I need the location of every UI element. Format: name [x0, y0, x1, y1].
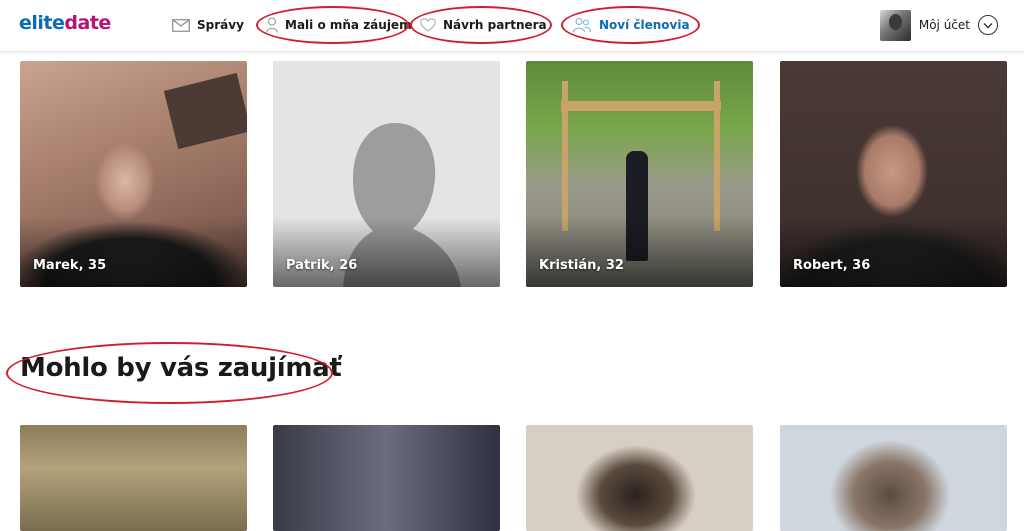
person-icon	[266, 17, 278, 33]
profile-card[interactable]	[780, 425, 1007, 531]
nav-interested-label: Mali o mňa záujem	[285, 18, 412, 32]
profile-card[interactable]: Robert, 36	[780, 61, 1007, 287]
card-shade	[20, 217, 247, 287]
nav-messages-label: Správy	[197, 18, 244, 32]
nav-messages[interactable]: Správy	[172, 15, 244, 35]
account-menu[interactable]: Môj účet	[879, 9, 998, 41]
profile-card[interactable]	[20, 425, 247, 531]
profile-name: Robert, 36	[793, 258, 871, 273]
avatar	[879, 9, 911, 41]
logo-part-elite: elite	[19, 12, 65, 34]
profile-name: Marek, 35	[33, 258, 107, 273]
heart-icon	[420, 18, 436, 32]
photo-beam	[561, 101, 721, 111]
envelope-icon	[172, 18, 190, 32]
profile-card[interactable]: Patrik, 26	[273, 61, 500, 287]
nav-partner-suggestion[interactable]: Návrh partnera	[420, 15, 547, 35]
nav-interested-in-me[interactable]: Mali o mňa záujem	[266, 15, 412, 35]
profile-card[interactable]	[526, 425, 753, 531]
chevron-down-icon	[978, 15, 998, 35]
card-shade	[273, 217, 500, 287]
elitedate-logo[interactable]: elitedate	[19, 12, 111, 34]
profile-card[interactable]: Kristián, 32	[526, 61, 753, 287]
logo-part-date: date	[64, 12, 111, 34]
profile-card[interactable]	[273, 425, 500, 531]
nav-new-members-label: Noví členovia	[599, 18, 690, 32]
top-navigation-bar: elitedate Správy Mali o mňa záujem Návrh…	[0, 0, 1024, 52]
profile-name: Kristián, 32	[539, 258, 624, 273]
account-label: Môj účet	[918, 18, 970, 32]
card-shade	[526, 217, 753, 287]
section-title: Mohlo by vás zaujímať	[20, 353, 342, 383]
nav-partner-label: Návrh partnera	[443, 18, 547, 32]
nav-new-members[interactable]: Noví členovia	[572, 15, 690, 35]
profile-name: Patrik, 26	[286, 258, 358, 273]
profile-photo-background	[163, 72, 247, 150]
people-icon	[572, 17, 592, 33]
card-shade	[780, 217, 1007, 287]
profile-card[interactable]: Marek, 35	[20, 61, 247, 287]
